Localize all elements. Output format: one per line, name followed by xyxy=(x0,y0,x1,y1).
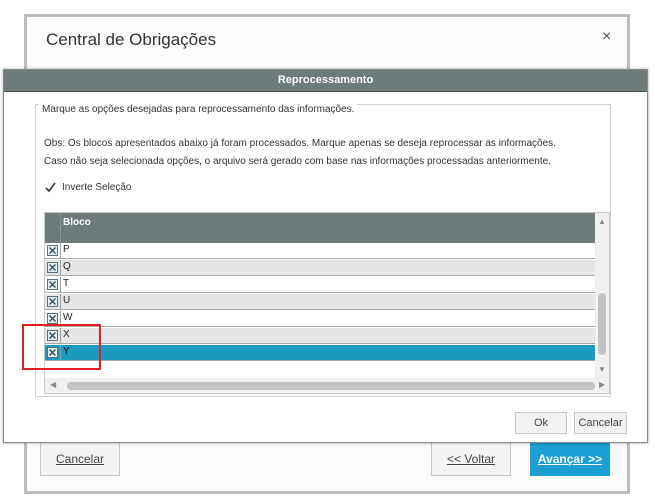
row-bloco-value: Q xyxy=(63,261,71,272)
row-checkbox-icon[interactable] xyxy=(47,279,58,290)
row-bloco-value: W xyxy=(63,312,73,323)
horizontal-scroll-thumb[interactable] xyxy=(67,382,595,390)
reprocess-dialog: Reprocessamento Marque as opções desejad… xyxy=(3,69,648,443)
scroll-down-icon[interactable]: ▼ xyxy=(598,365,606,374)
wizard-back-button[interactable]: << Voltar xyxy=(431,442,511,476)
close-icon[interactable]: × xyxy=(602,29,611,45)
table-row[interactable]: P xyxy=(45,243,595,259)
obs-text-line1: Obs: Os blocos apresentados abaixo já fo… xyxy=(44,138,556,149)
wizard-cancel-label: Cancelar xyxy=(55,452,105,466)
group-legend: Marque as opções desejadas para reproces… xyxy=(39,104,358,115)
row-bloco-value: P xyxy=(63,244,70,255)
scroll-up-icon[interactable]: ▲ xyxy=(598,217,606,226)
invert-selection-checkbox[interactable]: Inverte Seleção xyxy=(44,181,132,194)
highlight-annotation-box xyxy=(22,324,101,370)
table-row[interactable]: Y xyxy=(45,345,595,361)
dialog-title: Reprocessamento xyxy=(4,70,647,92)
cell-separator xyxy=(60,294,61,309)
cancel-button[interactable]: Cancelar xyxy=(574,412,627,434)
row-checkbox-icon[interactable] xyxy=(47,245,58,256)
ok-button[interactable]: Ok xyxy=(515,412,567,434)
wizard-cancel-button[interactable]: Cancelar xyxy=(40,442,120,476)
vertical-scrollbar[interactable]: ▲ ▼ xyxy=(595,213,609,378)
scroll-left-icon[interactable]: ◀ xyxy=(50,380,56,389)
horizontal-scrollbar[interactable]: ◀ ▶ xyxy=(45,378,609,393)
column-header-bloco[interactable]: Bloco xyxy=(63,217,91,228)
table-row[interactable]: W xyxy=(45,311,595,327)
wizard-back-label: << Voltar xyxy=(446,452,496,466)
cell-separator xyxy=(60,243,61,258)
table-row[interactable]: U xyxy=(45,294,595,310)
table-row[interactable]: X xyxy=(45,328,595,344)
wizard-next-button[interactable]: Avançar >> xyxy=(530,442,610,476)
row-checkbox-icon[interactable] xyxy=(47,313,58,324)
row-checkbox-icon[interactable] xyxy=(47,262,58,273)
row-bloco-value: T xyxy=(63,278,70,289)
window-title: Central de Obrigações xyxy=(46,30,217,49)
invert-selection-label: Inverte Seleção xyxy=(62,182,132,193)
table-row[interactable]: Q xyxy=(45,260,595,276)
cell-separator xyxy=(60,260,61,275)
cell-separator xyxy=(60,277,61,292)
table-row[interactable]: T xyxy=(45,277,595,293)
row-bloco-value: U xyxy=(63,295,71,306)
vertical-scroll-thumb[interactable] xyxy=(598,293,606,355)
checkmark-icon xyxy=(44,181,57,194)
obs-text-line2: Caso não seja selecionada opções, o arqu… xyxy=(44,156,551,167)
header-separator xyxy=(60,213,61,243)
grid-header: Bloco xyxy=(45,213,595,243)
row-checkbox-icon[interactable] xyxy=(47,296,58,307)
blocks-grid: Bloco PQTUWXY ▲ ▼ ◀ ▶ xyxy=(44,212,610,394)
scroll-right-icon[interactable]: ▶ xyxy=(599,380,605,389)
wizard-next-label: Avançar >> xyxy=(537,452,603,466)
